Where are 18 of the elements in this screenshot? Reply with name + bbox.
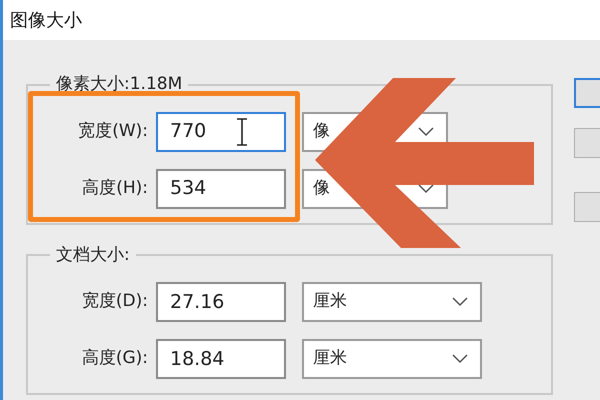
text-cursor-icon (236, 118, 248, 146)
field-label: 高度(H): (81, 176, 148, 200)
number-field[interactable]: 27.16 (156, 282, 286, 322)
number-field[interactable]: 18.84 (156, 339, 286, 379)
unit-dropdown[interactable]: 厘米 (302, 339, 482, 379)
number-field[interactable]: 770 (156, 112, 286, 152)
chevron-down-icon (452, 354, 468, 364)
field-label: 高度(G): (80, 347, 148, 370)
number-field[interactable]: 534 (156, 168, 286, 208)
chevron-down-icon (418, 126, 434, 136)
unit-dropdown[interactable]: 厘米 (302, 282, 482, 322)
window-title: 图像大小 (10, 8, 82, 32)
field-label: 宽度(D): (80, 290, 148, 314)
group-title: 像素大小:1.18M (55, 73, 184, 96)
group-title: 文档大小: (55, 244, 131, 266)
chevron-down-icon (452, 297, 468, 307)
chevron-down-icon (418, 184, 434, 194)
field-label: 宽度(W): (77, 120, 148, 143)
